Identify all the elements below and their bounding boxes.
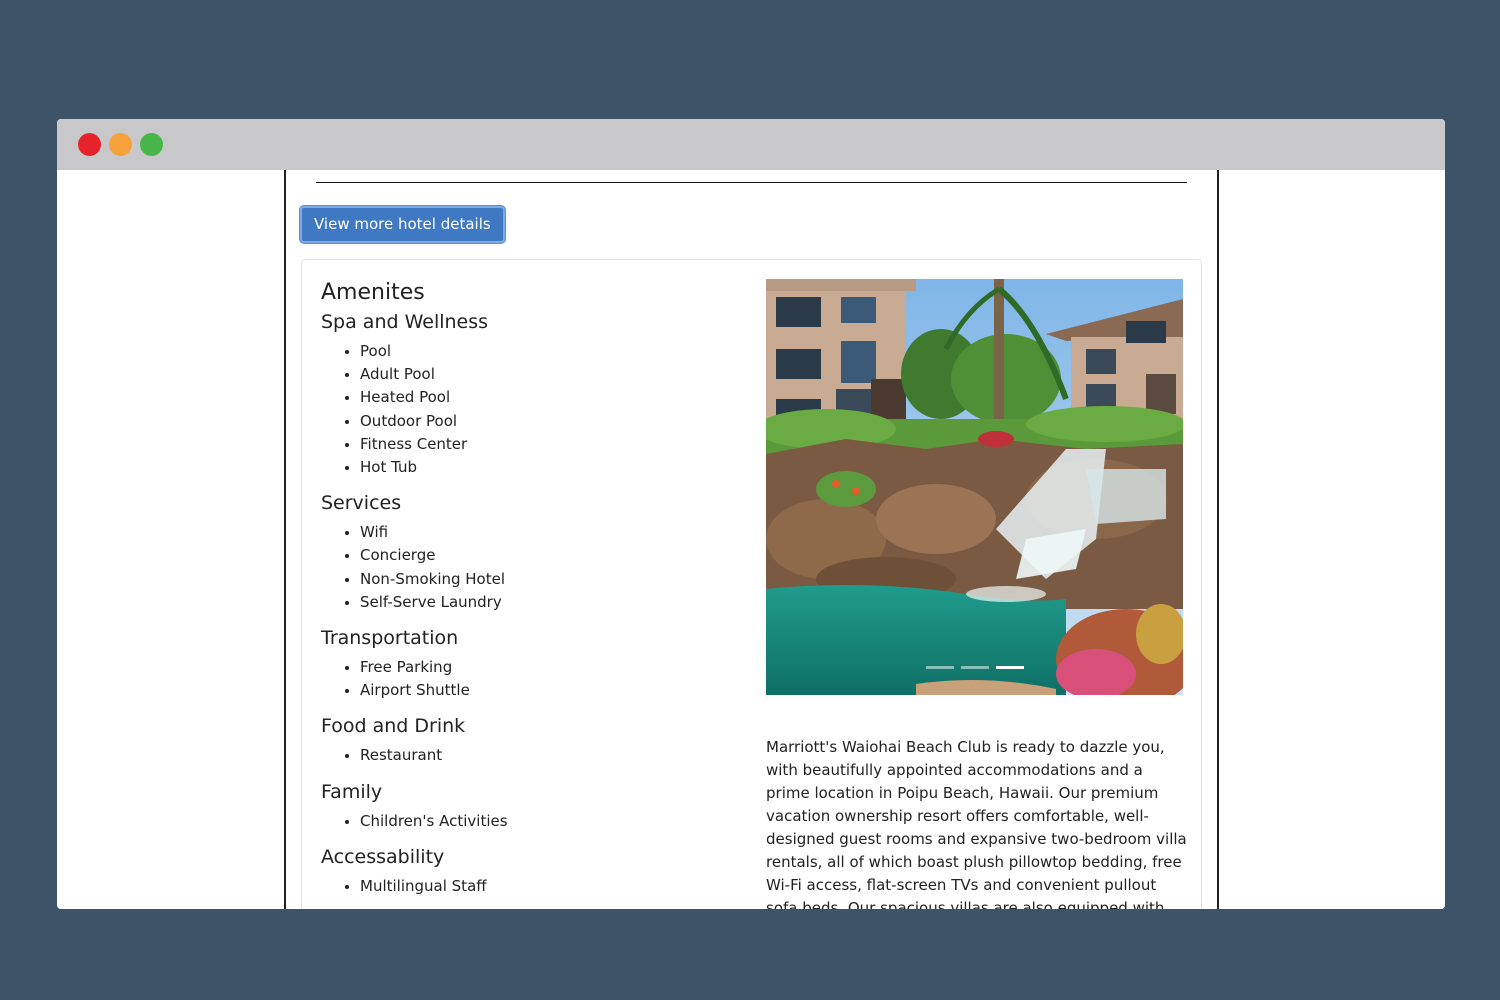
view-more-hotel-details-button[interactable]: View more hotel details bbox=[300, 206, 505, 243]
carousel-indicator-1[interactable] bbox=[926, 666, 954, 669]
amenity-group-heading: Family bbox=[321, 780, 383, 803]
amenity-list: PoolAdult PoolHeated PoolOutdoor PoolFit… bbox=[321, 340, 741, 479]
divider bbox=[316, 182, 1187, 183]
carousel-indicator-3[interactable] bbox=[996, 666, 1024, 669]
amenity-item: Wifi bbox=[360, 521, 741, 544]
amenity-item: Airport Shuttle bbox=[360, 679, 741, 702]
amenity-groups: Spa and Wellness PoolAdult PoolHeated Poo… bbox=[321, 308, 741, 898]
amenities-section: Amenites Spa and WellnessPoolAdult PoolH… bbox=[321, 278, 741, 908]
amenity-item: Pool bbox=[360, 340, 741, 363]
minimize-window-button[interactable] bbox=[109, 133, 132, 156]
hotel-page-container: View more hotel details Amenites Spa and… bbox=[284, 170, 1219, 909]
hotel-description: Marriott's Waiohai Beach Club is ready t… bbox=[766, 738, 1187, 909]
carousel-indicators bbox=[926, 666, 1024, 669]
amenity-item: Outdoor Pool bbox=[360, 410, 741, 433]
amenity-item: Adult Pool bbox=[360, 363, 741, 386]
browser-window: View more hotel details Amenites Spa and… bbox=[57, 119, 1445, 909]
amenity-item: Multilingual Staff bbox=[360, 875, 741, 898]
amenity-group-heading: Food and Drink bbox=[321, 715, 466, 738]
amenity-item: Non-Smoking Hotel bbox=[360, 568, 741, 591]
amenity-list: WifiConciergeNon-Smoking HotelSelf-Serve… bbox=[321, 521, 741, 614]
hotel-image-carousel[interactable] bbox=[766, 279, 1183, 695]
amenity-item: Self-Serve Laundry bbox=[360, 591, 741, 614]
close-window-button[interactable] bbox=[78, 133, 101, 156]
maximize-window-button[interactable] bbox=[140, 133, 163, 156]
amenity-list: Children's Activities bbox=[321, 810, 741, 833]
amenity-group-heading: Accessability bbox=[321, 845, 445, 868]
amenity-group-heading: Transportation bbox=[321, 627, 459, 650]
amenity-group-heading: Services bbox=[321, 492, 402, 515]
amenity-item: Hot Tub bbox=[360, 456, 741, 479]
amenity-list: Multilingual Staff bbox=[321, 875, 741, 898]
amenity-item: Children's Activities bbox=[360, 810, 741, 833]
amenity-item: Heated Pool bbox=[360, 386, 741, 409]
amenity-group-heading: Spa and Wellness bbox=[321, 311, 489, 333]
carousel-indicator-2[interactable] bbox=[961, 666, 989, 669]
title-bar bbox=[57, 119, 1445, 170]
amenity-list: Restaurant bbox=[321, 744, 741, 767]
amenity-item: Free Parking bbox=[360, 656, 741, 679]
amenity-item: Concierge bbox=[360, 544, 741, 567]
amenity-item: Restaurant bbox=[360, 744, 741, 767]
amenity-item: Fitness Center bbox=[360, 433, 741, 456]
amenities-card: Amenites Spa and WellnessPoolAdult PoolH… bbox=[301, 259, 1202, 909]
page-viewport[interactable]: View more hotel details Amenites Spa and… bbox=[57, 170, 1445, 909]
amenity-list: Free ParkingAirport Shuttle bbox=[321, 656, 741, 702]
resort-waterfall-image bbox=[766, 279, 1183, 695]
amenities-title: Amenites bbox=[321, 280, 425, 305]
